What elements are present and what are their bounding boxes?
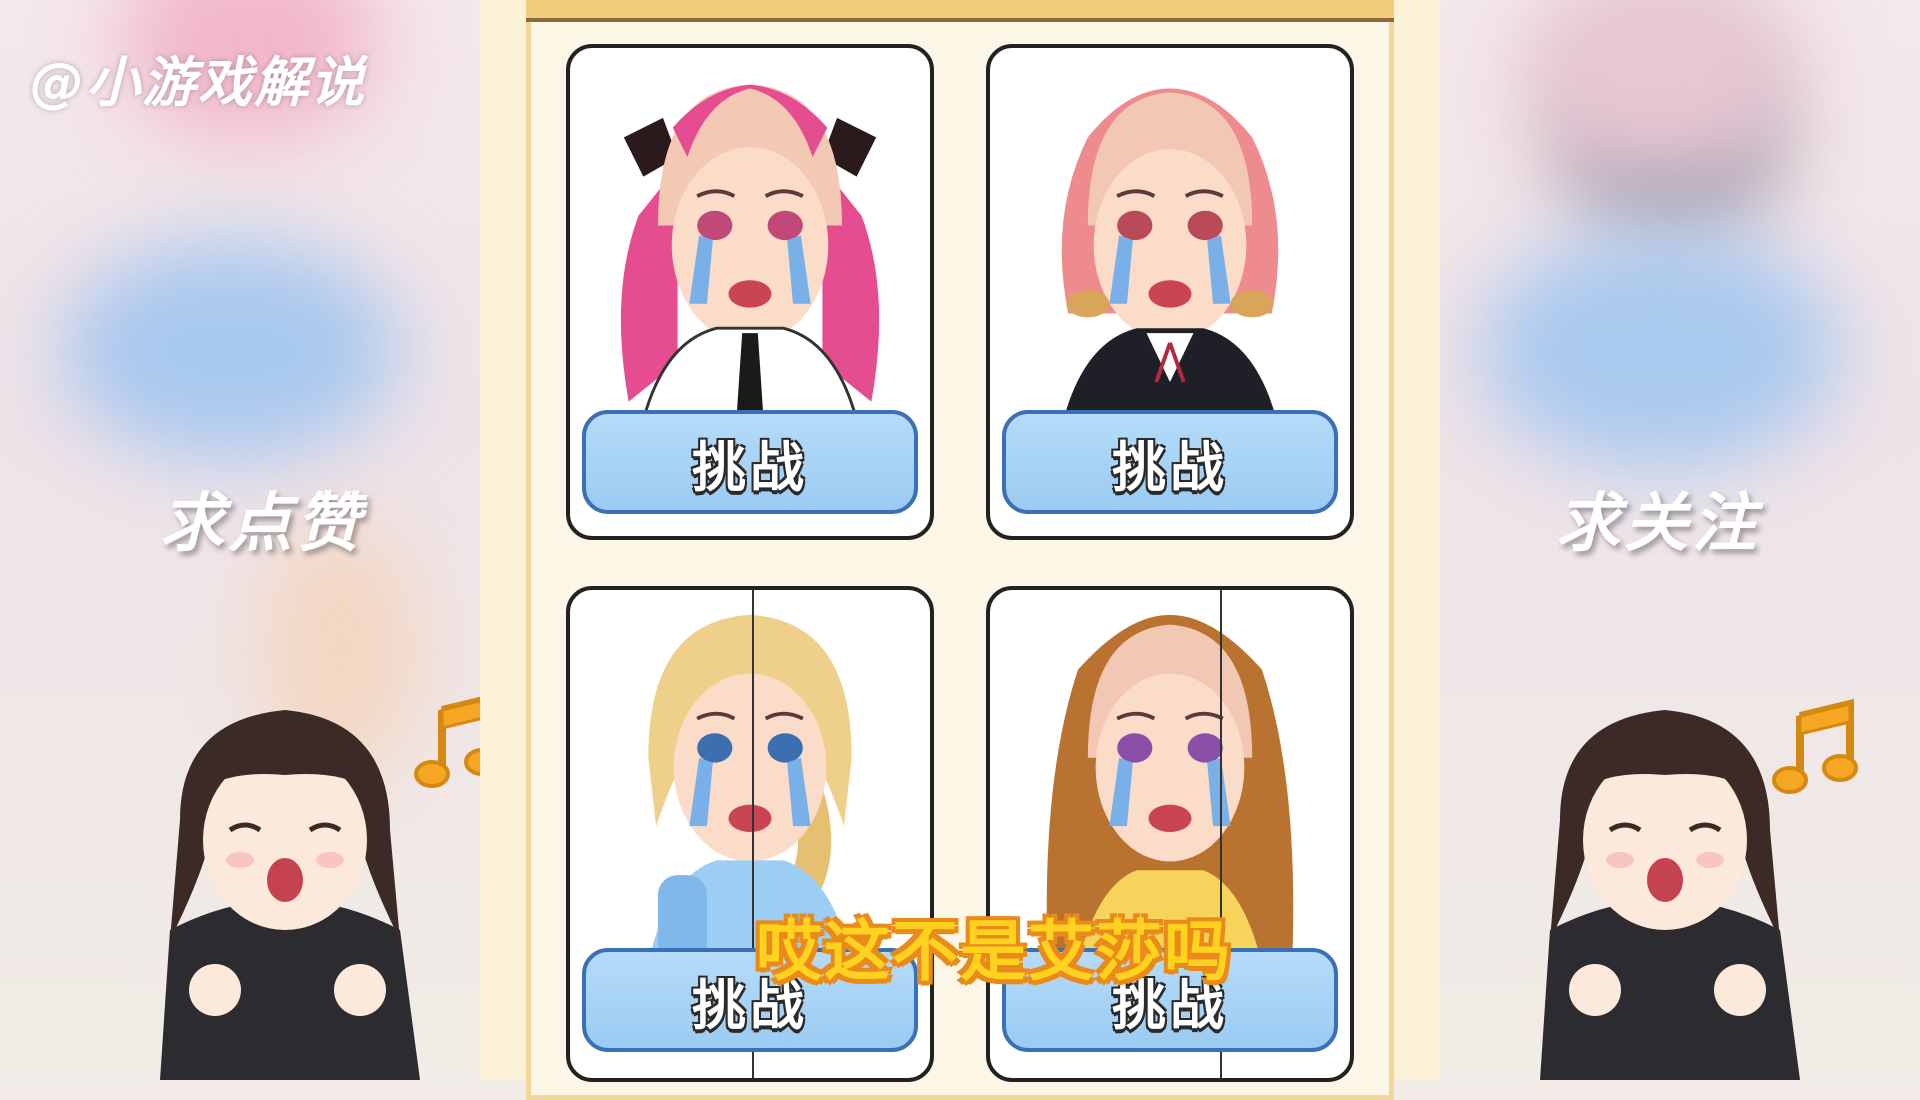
follow-request-caption: 求关注 [1556,487,1760,561]
channel-watermark: @小游戏解说 [30,51,366,114]
character-card-1[interactable]: 挑战 [566,44,934,540]
character-card-3[interactable]: 挑战 [566,586,934,1082]
mascot-girl-illustration [1540,710,1800,1080]
video-subtitle: 哎这不是艾莎吗 [756,913,1232,990]
character-card-2[interactable]: 挑战 [986,44,1354,540]
challenge-button[interactable]: 挑战 [1002,410,1338,514]
mascot-girl-illustration [160,710,420,1080]
panel-top-bar [526,0,1394,22]
like-request-caption: 求点赞 [160,487,364,561]
character-card-4[interactable]: 挑战 [986,586,1354,1082]
challenge-button[interactable]: 挑战 [582,410,918,514]
